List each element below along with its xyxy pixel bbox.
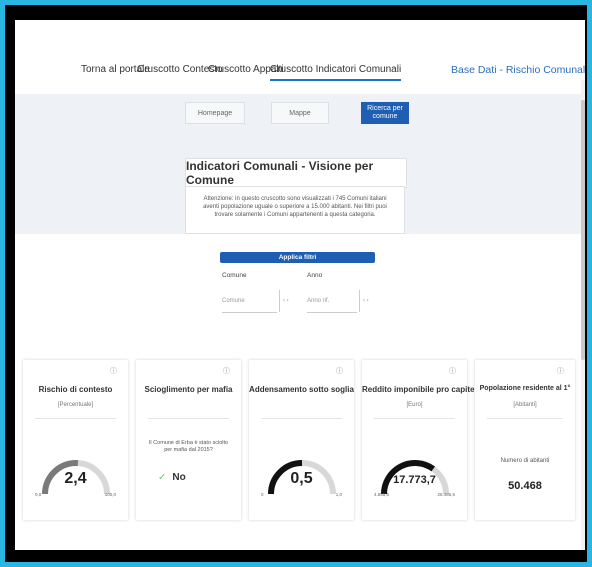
gauge-addensamento <box>268 460 336 495</box>
pop-value: 50.468 <box>508 480 542 492</box>
comune-label: Comune <box>222 272 247 279</box>
info-icon[interactable]: ⓘ <box>222 367 231 376</box>
browser-viewport: Torna al portale Cruscotto Contesto Crus… <box>15 20 585 550</box>
divider <box>261 418 342 419</box>
card-title: Reddito imponibile pro capite <box>362 385 475 394</box>
gauge-value: 0,5 <box>290 470 313 487</box>
nav-cruscotto-indicatori-comunali[interactable]: Cruscotto Indicatori Comunali <box>270 64 402 81</box>
gauge-min: 0 <box>261 492 264 497</box>
tab-homepage[interactable]: Homepage <box>185 102 245 124</box>
card-popolazione-residente: ⓘ Popolazione residente al 1° [Abitanti]… <box>475 360 575 520</box>
card-rischio-di-contesto: ⓘ Rischio di contesto [Percentuale] 2,4 … <box>23 360 128 520</box>
gauge-reddito <box>381 460 449 495</box>
anno-label: Anno <box>307 272 323 279</box>
info-icon[interactable]: ⓘ <box>109 367 118 376</box>
gauge-value: 17.773,7 <box>393 474 436 486</box>
scrollbar-thumb[interactable] <box>581 100 585 360</box>
info-icon[interactable]: ⓘ <box>556 367 565 376</box>
apply-filters-button[interactable]: Applica filtri <box>220 252 375 263</box>
gauge-max: 100,0 <box>104 492 116 497</box>
top-nav: Torna al portale Cruscotto Contesto Crus… <box>15 20 585 90</box>
info-icon[interactable]: ⓘ <box>448 367 457 376</box>
card-title: Scioglimento per mafia <box>144 385 233 394</box>
comune-select[interactable]: Comune <box>222 290 277 313</box>
card-title: Popolazione residente al 1° <box>479 385 571 392</box>
tab-ricerca-per-comune[interactable]: Ricerca per comune <box>361 102 409 124</box>
card-title: Addensamento sotto soglia <box>249 385 354 394</box>
gauge-min: 4.855,6 <box>374 492 390 497</box>
divider <box>35 418 116 419</box>
page-title: Indicatori Comunali - Visione per Comune <box>185 158 407 188</box>
mafia-description: Il Comune di Erba è stato sciolto per ma… <box>148 440 229 453</box>
anno-select[interactable]: Anno rif. <box>307 290 357 313</box>
card-reddito-imponibile: ⓘ Reddito imponibile pro capite [Euro] 1… <box>362 360 475 520</box>
divider <box>148 418 229 419</box>
info-note: Attenzione: in questo cruscotto sono vis… <box>185 186 405 234</box>
mafia-answer: No <box>172 472 186 483</box>
card-subtitle: [Euro] <box>406 402 423 408</box>
gauge-max: 1,0 <box>335 492 342 497</box>
card-addensamento-sotto-soglia: ⓘ Addensamento sotto soglia 0,5 0 1,0 <box>249 360 354 520</box>
card-scioglimento-per-mafia: ⓘ Scioglimento per mafia Il Comune di Er… <box>136 360 241 520</box>
tab-mappe[interactable]: Mappe <box>271 102 329 124</box>
anno-dropdown-toggle[interactable]: ‹ › <box>359 290 377 312</box>
card-title: Rischio di contesto <box>38 385 113 394</box>
mafia-answer-row: ✓ No <box>158 472 186 483</box>
brand-title: Base Dati - Rischio Comunale <box>451 64 585 76</box>
card-subtitle: [Abitanti] <box>513 402 537 408</box>
gauge-value: 2,4 <box>64 470 87 487</box>
gauge-rischio <box>42 460 110 495</box>
divider <box>374 418 455 419</box>
card-subtitle: [Percentuale] <box>57 402 94 408</box>
pop-label: Numero di abitanti <box>500 458 550 464</box>
info-icon[interactable]: ⓘ <box>335 367 344 376</box>
comune-dropdown-toggle[interactable]: ‹ › <box>279 290 301 312</box>
gauge-min: 0,0 <box>35 492 42 497</box>
gauge-max: 28.485,6 <box>437 492 455 497</box>
check-icon: ✓ <box>158 472 167 483</box>
divider <box>487 418 563 419</box>
